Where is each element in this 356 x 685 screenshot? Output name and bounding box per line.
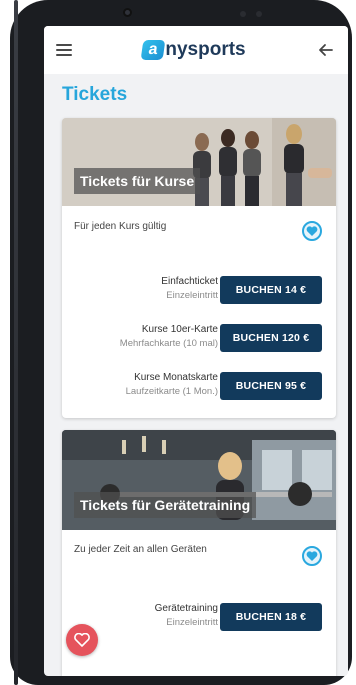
phone-edge: [14, 0, 18, 685]
heart-icon: [74, 633, 90, 647]
app-bar: a nysports: [44, 26, 348, 74]
phone-frame: a nysports Tickets Tickets für Kurse Für…: [10, 0, 352, 685]
ticket-row: Einfachticket Einzeleintritt BUCHEN 14 €: [62, 273, 336, 307]
ticket-subtitle: Einzeleintritt: [166, 617, 218, 628]
ticket-text: Kurse Monatskarte Laufzeitkarte (1 Mon.): [126, 371, 218, 399]
ticket-card-kurse: Tickets für Kurse Für jeden Kurs gültig …: [62, 118, 336, 418]
book-button[interactable]: BUCHEN 95 €: [220, 372, 322, 400]
hero-label: Tickets für Kurse: [74, 168, 201, 194]
camera-icon: [123, 8, 132, 17]
page-title: Tickets: [62, 84, 128, 105]
favorite-heart-icon[interactable]: [302, 221, 322, 241]
sensor-dot: [256, 11, 262, 17]
hero-image-kurse: Tickets für Kurse: [62, 118, 336, 206]
ticket-card-geraetetraining: Tickets für Gerätetraining Zu jeder Zeit…: [62, 430, 336, 676]
hero-image-geraetetraining: Tickets für Gerätetraining: [62, 430, 336, 530]
ticket-name: Gerätetraining: [154, 603, 218, 614]
ticket-text: Einfachticket Einzeleintritt: [161, 275, 218, 303]
ticket-name: Einfachticket: [161, 276, 218, 287]
card-subtitle: Zu jeder Zeit an allen Geräten: [74, 544, 207, 555]
ticket-text: Gerätetraining Einzeleintritt: [155, 602, 218, 630]
book-button[interactable]: BUCHEN 14 €: [220, 276, 322, 304]
menu-icon[interactable]: [56, 44, 72, 56]
logo-mark: a: [140, 40, 166, 60]
hero-label: Tickets für Gerätetraining: [74, 492, 257, 518]
ticket-name: Kurse 10er-Karte: [141, 324, 218, 335]
ticket-subtitle: Einzeleintritt: [166, 290, 218, 301]
ticket-row: Kurse 10er-Karte Mehrfachkarte (10 mal) …: [62, 321, 336, 355]
book-button[interactable]: BUCHEN 120 €: [220, 324, 322, 352]
ticket-subtitle: Mehrfachkarte (10 mal): [119, 338, 218, 349]
logo-text: nysports: [165, 39, 246, 60]
favorites-fab[interactable]: [66, 624, 98, 656]
back-arrow-icon[interactable]: [316, 40, 336, 60]
card-subtitle: Für jeden Kurs gültig: [74, 221, 167, 232]
favorite-heart-icon[interactable]: [302, 546, 322, 566]
ticket-name: Kurse Monatskarte: [134, 372, 218, 383]
ticket-text: Kurse 10er-Karte Mehrfachkarte (10 mal): [120, 323, 218, 351]
ticket-subtitle: Laufzeitkarte (1 Mon.): [125, 386, 218, 397]
ticket-row: Kurse Monatskarte Laufzeitkarte (1 Mon.)…: [62, 369, 336, 403]
anysports-logo: a nysports: [140, 39, 246, 61]
book-button[interactable]: BUCHEN 18 €: [220, 603, 322, 631]
ticket-row: Gerätetraining Einzeleintritt BUCHEN 18 …: [62, 600, 336, 634]
sensor-dot: [240, 11, 246, 17]
app-screen: a nysports Tickets Tickets für Kurse Für…: [44, 26, 348, 676]
